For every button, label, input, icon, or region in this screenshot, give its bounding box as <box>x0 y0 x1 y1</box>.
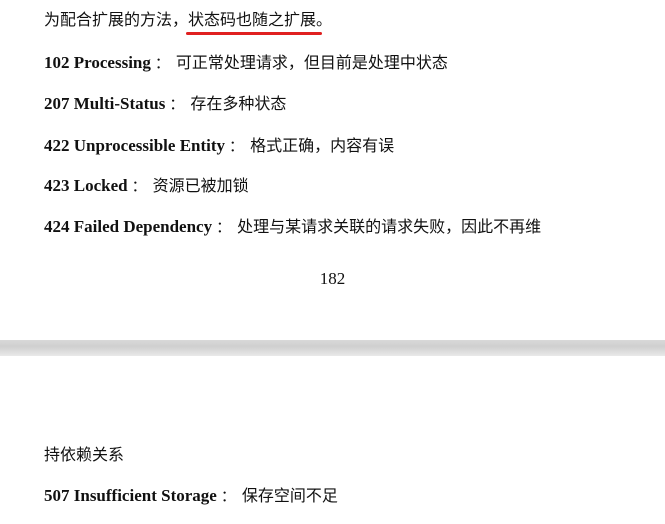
intro-highlight: 状态码也随之扩展。 <box>186 9 333 35</box>
status-code: 507 Insufficient Storage <box>44 486 217 505</box>
separator: ： <box>229 137 245 155</box>
status-description: 保存空间不足 <box>241 486 338 505</box>
status-entry-423: 423 Locked： 资源已被加锁 <box>44 175 249 197</box>
status-code: 102 Processing <box>44 53 151 72</box>
separator: ： <box>131 177 147 195</box>
status-entry-422: 422 Unprocessible Entity： 格式正确，内容有误 <box>44 135 394 157</box>
separator: ： <box>154 54 170 72</box>
status-code: 423 Locked <box>44 176 128 195</box>
page-break-divider <box>0 340 665 356</box>
intro-prefix: 为配合扩展的方法， <box>44 10 189 29</box>
status-entry-424: 424 Failed Dependency： 处理与某请求关联的请求失败，因此不再… <box>44 216 541 238</box>
status-description: 存在多种状态 <box>190 94 287 113</box>
status-entry-102: 102 Processing： 可正常处理请求，但目前是处理中状态 <box>44 52 448 74</box>
status-code: 422 Unprocessible Entity <box>44 136 226 155</box>
separator: ： <box>216 218 232 236</box>
separator: ： <box>169 95 185 113</box>
status-description: 可正常处理请求，但目前是处理中状态 <box>175 53 448 72</box>
page-number: 182 <box>319 269 346 288</box>
status-entry-507: 507 Insufficient Storage： 保存空间不足 <box>44 485 338 507</box>
status-description: 格式正确，内容有误 <box>250 136 395 155</box>
document-page-bottom: 持依赖关系 507 Insufficient Storage： 保存空间不足 <box>0 356 665 524</box>
status-code: 424 Failed Dependency <box>44 217 213 236</box>
status-description: 处理与某请求关联的请求失败，因此不再维 <box>237 217 542 236</box>
continuation-line: 持依赖关系 <box>44 444 124 466</box>
status-code: 207 Multi-Status <box>44 94 166 113</box>
status-entry-207: 207 Multi-Status： 存在多种状态 <box>44 93 286 115</box>
document-page-top: 为配合扩展的方法，状态码也随之扩展。 102 Processing：可正常处理请… <box>0 0 665 340</box>
separator: ： <box>220 487 236 505</box>
status-description: 资源已被加锁 <box>152 176 249 195</box>
intro-highlight-text: 状态码也随之扩展。 <box>188 10 333 29</box>
red-underline-annotation <box>186 32 323 35</box>
intro-line: 为配合扩展的方法，状态码也随之扩展。 <box>44 9 333 35</box>
continuation-text: 持依赖关系 <box>44 445 125 464</box>
